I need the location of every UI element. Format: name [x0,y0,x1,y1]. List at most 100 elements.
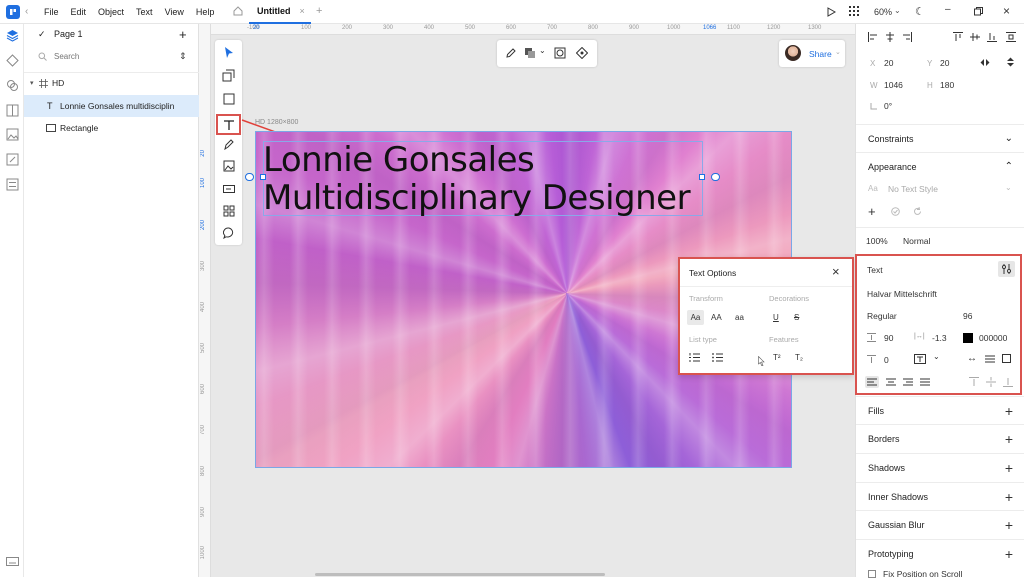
mask-icon[interactable] [554,47,566,59]
y-field[interactable]: 20 [940,58,949,68]
add-shadow-icon[interactable]: + [1005,461,1013,475]
menu-object[interactable]: Object [98,7,124,17]
flip-vertical-icon[interactable] [1006,57,1015,67]
appearance-section[interactable]: Appearance ⌃ [856,152,1024,180]
add-fill-icon[interactable]: + [1005,404,1013,418]
font-family-select[interactable]: Halvar Mittelschrift [867,289,937,299]
components-icon[interactable] [6,54,19,67]
add-border-icon[interactable]: + [1005,432,1013,446]
artboard-label[interactable]: HD 1280×800 [255,119,298,126]
add-prototype-icon[interactable]: + [1005,547,1013,561]
transform-none-button[interactable]: Aa [687,310,704,325]
add-blur-icon[interactable]: + [1005,518,1013,532]
inner-shadows-section[interactable]: Inner Shadows + [856,482,1024,510]
share-control[interactable]: Share ⌄ [779,40,845,67]
align-left-icon[interactable] [868,32,878,42]
distribute-icon[interactable] [1006,32,1016,42]
gaussian-blur-section[interactable]: Gaussian Blur + [856,510,1024,538]
text-align-center-icon[interactable] [884,376,898,388]
close-icon[interactable]: × [832,264,840,279]
grid-icon[interactable] [849,6,859,16]
rotation-field[interactable]: 0° [884,101,892,111]
canvas-scrollbar[interactable] [315,573,605,576]
align-right-icon[interactable] [902,32,912,42]
resize-width-handle[interactable] [711,173,720,181]
add-page-icon[interactable]: + [179,27,187,42]
superscript-button[interactable]: T² [773,353,781,362]
assets-icon[interactable] [6,104,19,117]
text-options-toggle-icon[interactable] [998,261,1015,277]
line-height-field[interactable]: 90 [884,333,893,343]
width-field[interactable]: 1046 [884,80,903,90]
height-field[interactable]: 180 [940,80,954,90]
theme-moon-icon[interactable]: ☾ [915,5,925,18]
transform-uppercase-button[interactable]: AA [711,313,722,322]
menu-view[interactable]: View [165,7,184,17]
share-button[interactable]: Share [809,49,832,59]
vertical-trim-chevron-icon[interactable]: ⌄ [933,352,940,361]
reset-style-icon[interactable] [913,207,922,216]
keyboard-icon[interactable] [6,555,19,568]
boolean-icon[interactable] [524,47,536,59]
share-chevron-icon[interactable]: ⌄ [835,48,841,56]
opacity-field[interactable]: 100% [866,236,888,246]
vertical-trim-icon[interactable] [914,354,926,364]
home-icon[interactable] [232,5,244,17]
text-align-right-icon[interactable] [901,376,915,388]
zoom-level[interactable]: 60% [874,7,892,17]
edit-pencil-icon[interactable] [505,47,517,59]
restore-icon[interactable] [974,7,983,16]
minimize-icon[interactable]: – [945,4,951,15]
styles-icon[interactable] [6,79,19,92]
scale-tool-icon[interactable] [222,69,235,82]
align-bottom-icon[interactable] [987,32,997,42]
prototyping-section[interactable]: Prototyping + [856,539,1024,567]
add-inner-shadow-icon[interactable]: + [1005,490,1013,504]
rectangle-tool-icon[interactable] [222,92,235,105]
image-icon[interactable] [6,128,19,141]
transform-lowercase-button[interactable]: aa [735,313,744,322]
image-tool-icon[interactable] [222,159,235,172]
blend-mode-select[interactable]: Normal [903,236,930,246]
add-style-icon[interactable]: + [868,204,876,219]
layers-icon[interactable] [6,29,19,42]
input-tool-icon[interactable] [222,182,235,195]
constraints-section[interactable]: Constraints ⌄ [856,124,1024,152]
apply-style-icon[interactable] [891,207,900,216]
subscript-button[interactable]: T₂ [795,353,803,362]
strikethrough-button[interactable]: S [794,313,799,322]
shadows-section[interactable]: Shadows + [856,453,1024,481]
collapse-all-icon[interactable]: ⇕ [179,51,187,62]
font-weight-select[interactable]: Regular [867,311,897,321]
zoom-chevron-icon[interactable]: ⌄ [894,6,901,15]
text-align-left-icon[interactable] [865,376,879,388]
comment-tool-icon[interactable] [222,226,235,239]
underline-button[interactable]: U [773,313,779,322]
numbered-list-icon[interactable] [689,353,700,362]
fixed-size-icon[interactable] [1002,354,1011,363]
caret-down-icon[interactable]: ▾ [30,79,34,87]
list-icon[interactable] [6,178,19,191]
document-tab[interactable]: Untitled × [249,0,311,24]
vertical-align-bottom-icon[interactable] [1003,377,1013,387]
text-color-hex[interactable]: 000000 [979,333,1007,343]
text-tool-icon[interactable] [216,114,241,135]
fills-section[interactable]: Fills + [856,396,1024,424]
text-style-select[interactable]: No Text Style [888,184,938,194]
layer-row-hd[interactable]: ▾ HD [24,73,199,93]
align-top-icon[interactable] [953,32,963,42]
text-color-swatch[interactable] [963,333,973,343]
components-tool-icon[interactable] [222,204,235,217]
auto-width-icon[interactable]: ↔ [967,353,977,364]
x-field[interactable]: 20 [884,58,893,68]
chevron-up-icon[interactable]: ⌃ [1005,161,1013,172]
align-middle-icon[interactable] [970,32,980,42]
back-icon[interactable]: ‹ [25,6,28,17]
tab-close-icon[interactable]: × [300,6,305,16]
menu-help[interactable]: Help [196,7,215,17]
align-center-h-icon[interactable] [885,32,895,42]
menu-text[interactable]: Text [136,7,153,17]
page-selector[interactable]: ✓ Page 1 + [24,24,199,44]
resize-width-handle[interactable] [245,173,254,181]
borders-section[interactable]: Borders + [856,424,1024,452]
